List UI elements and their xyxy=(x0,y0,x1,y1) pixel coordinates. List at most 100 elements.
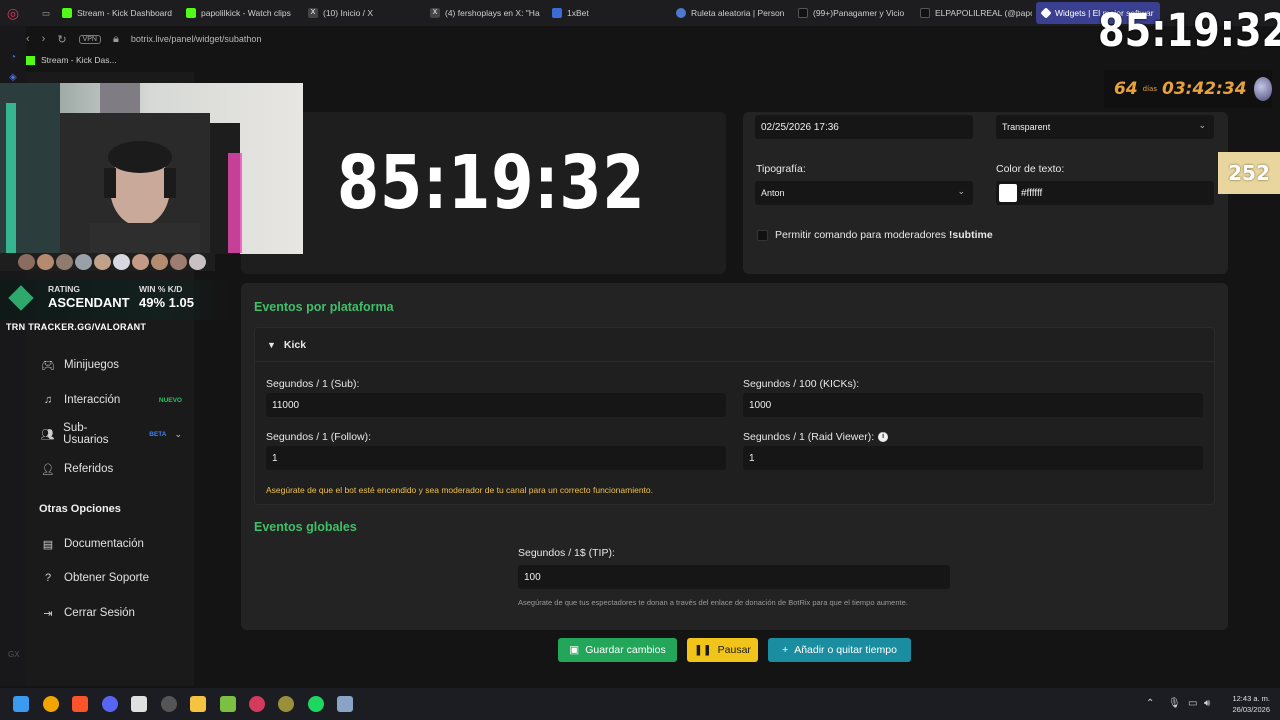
new-badge: NUEVO xyxy=(158,396,182,404)
microphone-icon[interactable]: 🎙︎ xyxy=(1168,698,1181,709)
obs-icon[interactable] xyxy=(161,696,177,712)
document-icon: ▤ xyxy=(42,538,54,551)
settings-gear-icon[interactable] xyxy=(337,696,353,712)
brave-browser-icon[interactable] xyxy=(72,696,88,712)
chevron-up-icon[interactable]: ⌃ xyxy=(1146,698,1154,709)
vpn-badge[interactable]: VPN xyxy=(78,34,101,44)
font-select[interactable]: Anton ⌄ xyxy=(755,181,973,205)
kick-bookmark-icon xyxy=(26,55,35,65)
save-icon: ▣ xyxy=(569,644,580,656)
volume-icon[interactable]: 🔊︎ xyxy=(1204,698,1210,709)
tab-tiktok-panagamer[interactable]: (99+)Panagamer y Vicio xyxy=(792,2,910,24)
background-select[interactable]: Transparent ⌄ xyxy=(996,115,1214,139)
sub-seconds-input[interactable]: 11000 xyxy=(266,393,726,417)
tab-fershoplays[interactable]: X (4) fershoplays en X: "Ha xyxy=(424,2,542,24)
emote-icon xyxy=(170,254,187,270)
reload-icon[interactable]: ↻ xyxy=(57,33,66,46)
tip-seconds-label: Segundos / 1$ (TIP): xyxy=(518,547,615,559)
chevron-down-icon: ⌄ xyxy=(1198,120,1206,130)
sidebar-item-minijuegos[interactable]: 🎮︎ Minijuegos xyxy=(40,355,190,375)
app-icon[interactable] xyxy=(278,696,294,712)
help-icon: ? xyxy=(44,572,52,584)
game-controller-icon[interactable] xyxy=(220,696,236,712)
tab-1xbet[interactable]: 1xBet xyxy=(546,2,664,24)
color-swatch[interactable] xyxy=(999,184,1017,202)
spotify-icon[interactable] xyxy=(308,696,324,712)
mod-command-checkbox[interactable] xyxy=(757,230,768,241)
tab-x-home[interactable]: X (10) Inicio / X xyxy=(302,2,420,24)
kick-accordion-header[interactable]: ▼ Kick xyxy=(255,328,1214,362)
tab-kick-dashboard[interactable]: Stream - Kick Dashboard xyxy=(56,2,178,24)
sidebar-item-soporte[interactable]: ? Obtener Soporte xyxy=(40,568,190,588)
browser-tab-bar: ◎ ▭ Stream - Kick Dashboard papolilkick … xyxy=(0,0,1280,26)
sidebar-item-sub-usuarios[interactable]: 👥︎ Sub-Usuarios BETA ⌄ xyxy=(40,422,190,446)
windows-start-icon[interactable] xyxy=(13,696,29,712)
discord-icon[interactable] xyxy=(102,696,118,712)
sidebar-item-referidos[interactable]: 👤︎ Referidos xyxy=(40,459,190,479)
network-icon[interactable]: ▭ xyxy=(1188,698,1197,709)
folder-icon[interactable] xyxy=(190,696,206,712)
side-gx-icon[interactable]: GX xyxy=(8,650,20,659)
follow-seconds-input[interactable]: 1 xyxy=(266,446,726,470)
emote-row xyxy=(0,253,215,271)
raid-seconds-input[interactable]: 1 xyxy=(743,446,1203,470)
avatar xyxy=(1253,77,1272,101)
subathon-timer-overlay: 85:19:32 xyxy=(1098,4,1280,57)
tip-seconds-input[interactable]: 100 xyxy=(518,565,950,589)
gamepad-icon: 🎮︎ xyxy=(41,359,55,372)
save-button[interactable]: ▣ Guardar cambios xyxy=(558,638,677,662)
global-events-title: Eventos globales xyxy=(254,520,357,534)
store-icon[interactable] xyxy=(131,696,147,712)
sidebar-item-documentacion[interactable]: ▤ Documentación xyxy=(40,534,190,554)
opera-gx-icon[interactable] xyxy=(249,696,265,712)
bot-warning: Asegúrate de que el bot esté encendido y… xyxy=(266,485,654,495)
users-icon: 👥︎ xyxy=(40,428,55,441)
tab-tiktok-elpapolilreal[interactable]: ELPAPOLILREAL (@papo xyxy=(914,2,1032,24)
rank-stats: 49% 1.05 xyxy=(139,295,194,310)
bookmarks-bar: Stream - Kick Das... xyxy=(26,52,117,68)
taskbar-clock[interactable]: 12:43 a. m. 26/03/2026 xyxy=(1226,693,1270,715)
url-text[interactable]: botrix.live/panel/widget/subathon xyxy=(131,34,262,44)
emote-icon xyxy=(18,254,35,270)
other-options-title: Otras Opciones xyxy=(39,503,121,515)
days-counter-overlay: 64 días 03:42:34 xyxy=(1104,70,1272,108)
browser-logo-icon[interactable]: ◎ xyxy=(0,0,26,26)
events-panel: Eventos por plataforma ▼ Kick Segundos /… xyxy=(241,283,1228,630)
tip-note: Asegúrate de que tus espectadores te don… xyxy=(518,598,908,607)
music-note-icon: ♫ xyxy=(43,394,53,406)
emote-icon xyxy=(56,254,73,270)
start-date-input[interactable]: 02/25/2026 17:36 xyxy=(755,115,973,139)
tab-actions-icon[interactable]: ▭ xyxy=(36,2,54,24)
days-label: días xyxy=(1142,85,1157,93)
tab-papolilkick-clips[interactable]: papolilkick - Watch clips xyxy=(180,2,298,24)
bookmark-kick[interactable]: Stream - Kick Das... xyxy=(41,55,117,65)
tracker-text: TRN TRACKER.GG/VALORANT xyxy=(6,322,147,332)
days-value: 64 xyxy=(1114,79,1138,99)
clock-time: 12:43 a. m. xyxy=(1232,694,1270,703)
sidebar-item-interaccion[interactable]: ♫ Interacción NUEVO xyxy=(40,390,190,410)
font-label: Tipografía: xyxy=(756,163,806,175)
kicks-seconds-input[interactable]: 1000 xyxy=(743,393,1203,417)
webcam-overlay xyxy=(0,83,303,254)
coin-app-icon[interactable] xyxy=(43,696,59,712)
side-history-icon[interactable]: ◔ xyxy=(7,52,19,64)
add-time-button[interactable]: + Añadir o quitar tiempo xyxy=(768,638,911,662)
tab-ruleta[interactable]: Ruleta aleatoria | Person xyxy=(670,2,788,24)
chevron-down-icon[interactable]: ⌄ xyxy=(174,429,182,440)
sidebar-item-cerrar-sesion[interactable]: ⇥ Cerrar Sesión xyxy=(40,603,190,623)
forward-icon[interactable]: › xyxy=(42,33,46,45)
win-kd-label: WIN % K/D xyxy=(139,284,183,294)
counter-badge: 252 xyxy=(1218,152,1280,194)
back-icon[interactable]: ‹ xyxy=(26,33,30,45)
emote-icon xyxy=(189,254,206,270)
address-bar: ‹ › ↻ VPN 🔒︎ botrix.live/panel/widget/su… xyxy=(26,28,1280,50)
text-color-input[interactable]: #ffffff xyxy=(996,181,1214,205)
pause-icon: ❚❚ xyxy=(694,644,712,656)
emote-icon xyxy=(37,254,54,270)
pause-button[interactable]: ❚❚ Pausar xyxy=(687,638,758,662)
emote-icon xyxy=(113,254,130,270)
rank-name: ASCENDANT xyxy=(48,295,130,310)
info-icon[interactable]: i xyxy=(878,432,889,442)
follow-seconds-label: Segundos / 1 (Follow): xyxy=(266,431,372,443)
sub-seconds-label: Segundos / 1 (Sub): xyxy=(266,378,360,390)
